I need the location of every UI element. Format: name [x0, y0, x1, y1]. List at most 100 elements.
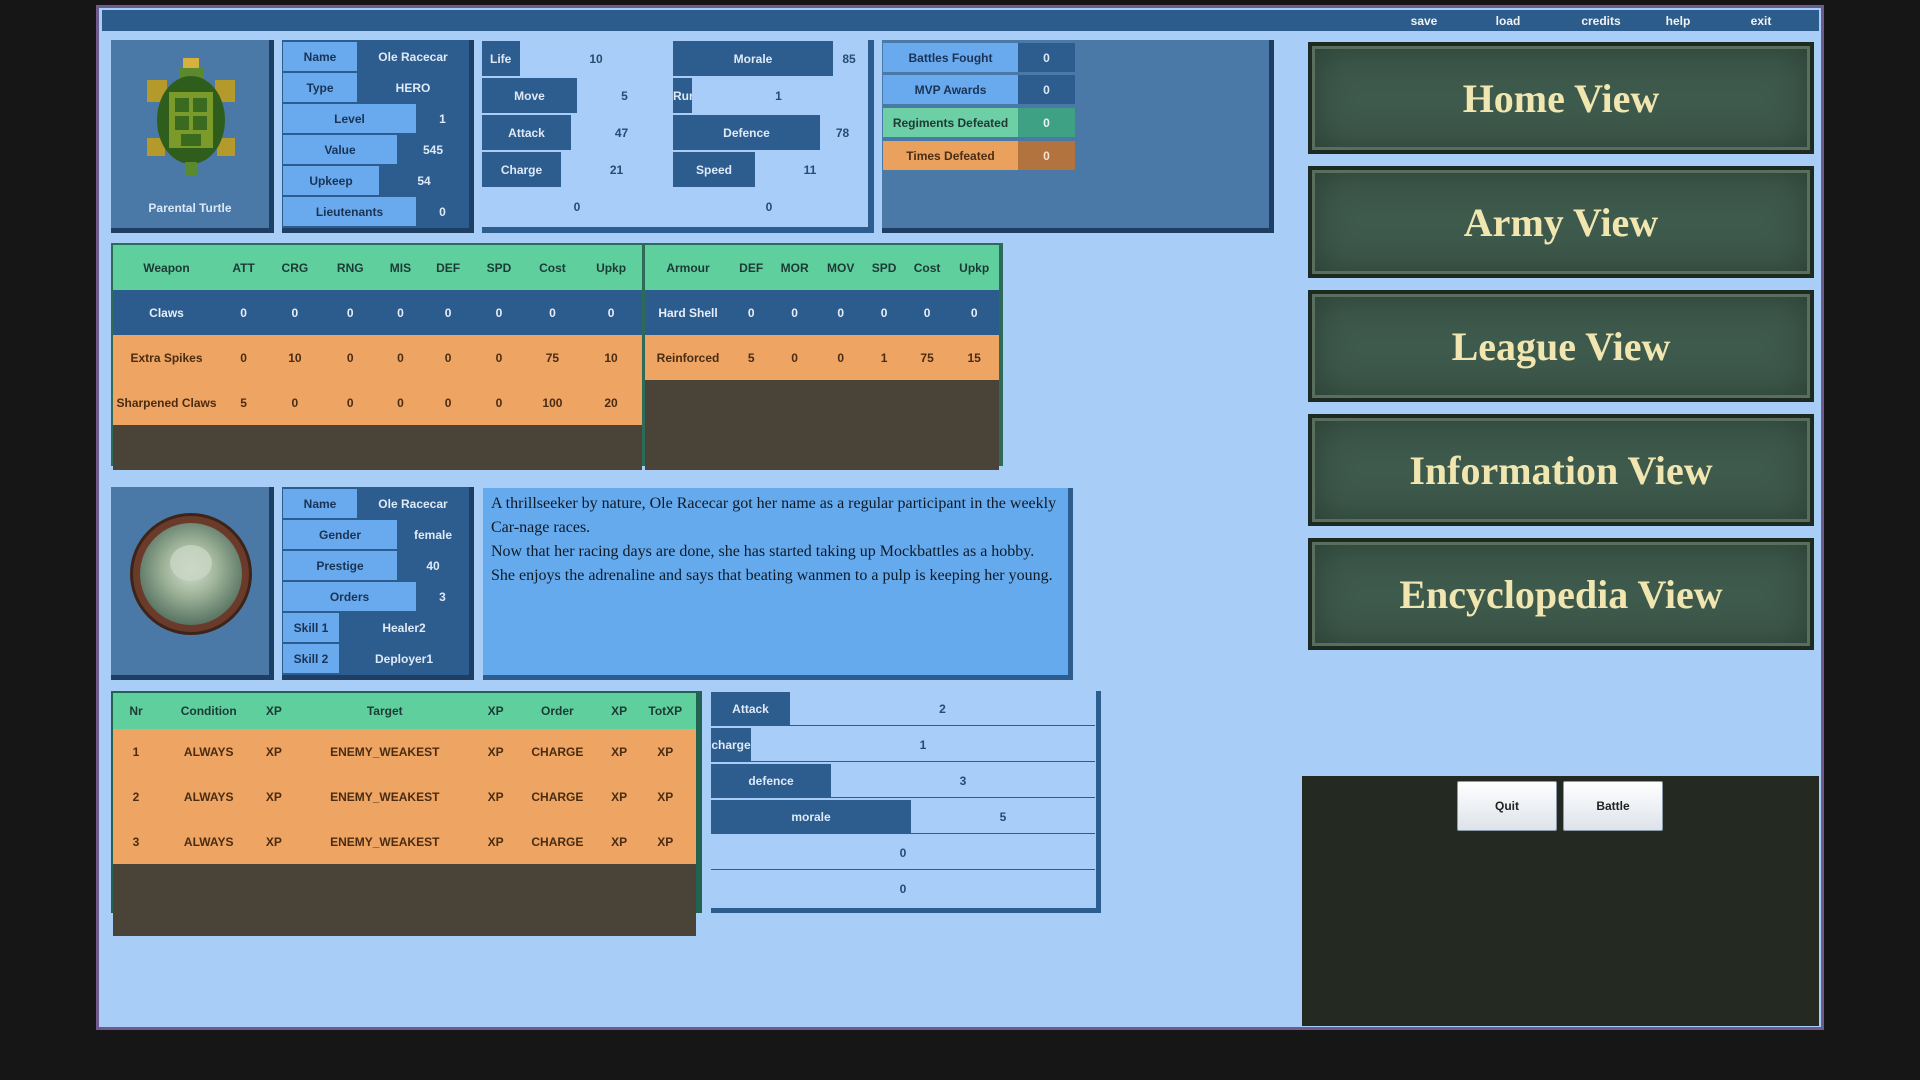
xp-morale-label: morale [711, 800, 911, 834]
weapon-cell: 0 [377, 290, 424, 335]
mor-header: MOR [771, 245, 818, 290]
order-cell: CHARGE [511, 819, 604, 864]
life-value: 10 [520, 41, 672, 76]
xp-defence-label: defence [711, 764, 831, 798]
unit-info-panel: Name Ole Racecar Type HERO Level 1 Value… [282, 40, 474, 233]
weapon-cell: 0 [267, 380, 323, 425]
order-cell: ALWAYS [159, 729, 259, 774]
menu-load[interactable]: load [1478, 14, 1538, 28]
armour-name: Reinforced [645, 335, 731, 380]
armour-cell: 15 [949, 335, 999, 380]
move-value: 5 [577, 78, 672, 113]
table-row[interactable]: Extra Spikes 0 10 0 0 0 0 75 10 [113, 335, 642, 380]
order-cell: XP [603, 729, 635, 774]
morale-label: Morale [673, 41, 833, 76]
battles-fought-value: 0 [1018, 43, 1075, 72]
orders-value: 3 [417, 582, 468, 611]
battle-button[interactable]: Battle [1563, 781, 1663, 831]
order-cell: XP [634, 729, 696, 774]
information-view-button[interactable]: Information View [1308, 414, 1814, 526]
empty-row[interactable] [113, 425, 642, 470]
condition-header: Condition [159, 693, 259, 729]
order-cell: XP [258, 774, 290, 819]
battle-record-panel: Battles Fought 0 MVP Awards 0 Regiments … [882, 40, 1274, 233]
armour-cell: 75 [904, 335, 950, 380]
weapon-cell: 0 [423, 380, 474, 425]
speed-label: Speed [673, 152, 755, 187]
gender-label: Gender [283, 520, 397, 549]
cost-header: Cost [524, 245, 581, 290]
table-row[interactable]: Reinforced 5 0 0 1 75 15 [645, 335, 999, 380]
turtle-head-icon [170, 545, 212, 581]
empty-row[interactable] [645, 425, 999, 470]
armour-cell: 0 [817, 335, 864, 380]
portrait-caption: Parental Turtle [148, 201, 232, 215]
mvp-awards-value: 0 [1018, 75, 1075, 104]
mis-header: MIS [377, 245, 424, 290]
order-cell: ALWAYS [159, 819, 259, 864]
league-view-label: League View [1451, 323, 1671, 369]
att-header: ATT [220, 245, 268, 290]
encyclopedia-view-button[interactable]: Encyclopedia View [1308, 538, 1814, 650]
empty-row[interactable] [113, 864, 696, 900]
army-view-button[interactable]: Army View [1308, 166, 1814, 278]
armour-cell: 0 [771, 335, 818, 380]
order-cell: XP [480, 774, 512, 819]
empty-row[interactable] [113, 900, 696, 936]
defence-value: 78 [820, 115, 865, 150]
skill2-label: Skill 2 [283, 644, 339, 673]
armour-cell: 0 [904, 290, 950, 335]
weapons-header-row: Weapon ATT CRG RNG MIS DEF SPD Cost Upkp [113, 245, 642, 290]
order-cell: XP [634, 774, 696, 819]
table-row[interactable]: 1 ALWAYS XP ENEMY_WEAKEST XP CHARGE XP X… [113, 729, 696, 774]
unit-stats-panel: Life 10 Morale 85 Move 5 Run 1 Attack 47… [482, 40, 874, 233]
weapon-cell: 0 [473, 380, 525, 425]
table-row[interactable]: Sharpened Claws 5 0 0 0 0 0 100 20 [113, 380, 642, 425]
home-view-label: Home View [1462, 75, 1660, 121]
menu-exit[interactable]: exit [1731, 14, 1791, 28]
order-cell: XP [480, 729, 512, 774]
order-cell: CHARGE [511, 729, 604, 774]
turtle-icon [147, 58, 235, 176]
xp-morale-value: 5 [911, 800, 1095, 834]
def-header: DEF [731, 245, 772, 290]
weapon-cell: 0 [377, 335, 424, 380]
weapon-cell: 75 [524, 335, 581, 380]
order-cell: ENEMY_WEAKEST [289, 819, 481, 864]
menu-save[interactable]: save [1394, 14, 1454, 28]
type-value: HERO [358, 73, 468, 102]
order-cell: XP [258, 729, 290, 774]
order-cell: ENEMY_WEAKEST [289, 729, 481, 774]
table-row[interactable]: Claws 0 0 0 0 0 0 0 0 [113, 290, 642, 335]
hero-avatar-panel [111, 487, 274, 680]
empty-row[interactable] [645, 380, 999, 425]
table-row[interactable]: 2 ALWAYS XP ENEMY_WEAKEST XP CHARGE XP X… [113, 774, 696, 819]
rng-header: RNG [322, 245, 378, 290]
run-value: 1 [692, 78, 865, 113]
weapon-cell: 0 [473, 290, 525, 335]
orders-table: Nr Condition XP Target XP Order XP TotXP… [113, 693, 696, 936]
regiments-defeated-value: 0 [1018, 108, 1075, 137]
home-view-button[interactable]: Home View [1308, 42, 1814, 154]
league-view-button[interactable]: League View [1308, 290, 1814, 402]
menu-credits[interactable]: credits [1571, 14, 1631, 28]
lieutenants-value: 0 [417, 197, 468, 226]
upkeep-label: Upkeep [283, 166, 379, 195]
table-row[interactable]: 3 ALWAYS XP ENEMY_WEAKEST XP CHARGE XP X… [113, 819, 696, 864]
table-row[interactable]: Hard Shell 0 0 0 0 0 0 [645, 290, 999, 335]
quit-button[interactable]: Quit [1457, 781, 1557, 831]
weapon-cell: 0 [322, 380, 378, 425]
menu-help[interactable]: help [1648, 14, 1708, 28]
bio-paragraph: Now that her racing days are done, she h… [491, 543, 1053, 584]
type-label: Type [283, 73, 357, 102]
weapon-name: Sharpened Claws [113, 380, 220, 425]
name-label: Name [283, 42, 357, 71]
xp-charge-label: charge [711, 728, 751, 762]
xp-attack-label: Attack [711, 692, 790, 726]
order-header: Order [511, 693, 604, 729]
extra-stat-2: 0 [673, 189, 865, 224]
weapon-cell: 0 [423, 290, 474, 335]
xp-header: XP [480, 693, 512, 729]
hero-name-value: Ole Racecar [358, 489, 468, 518]
regiments-defeated-label: Regiments Defeated [883, 108, 1018, 137]
